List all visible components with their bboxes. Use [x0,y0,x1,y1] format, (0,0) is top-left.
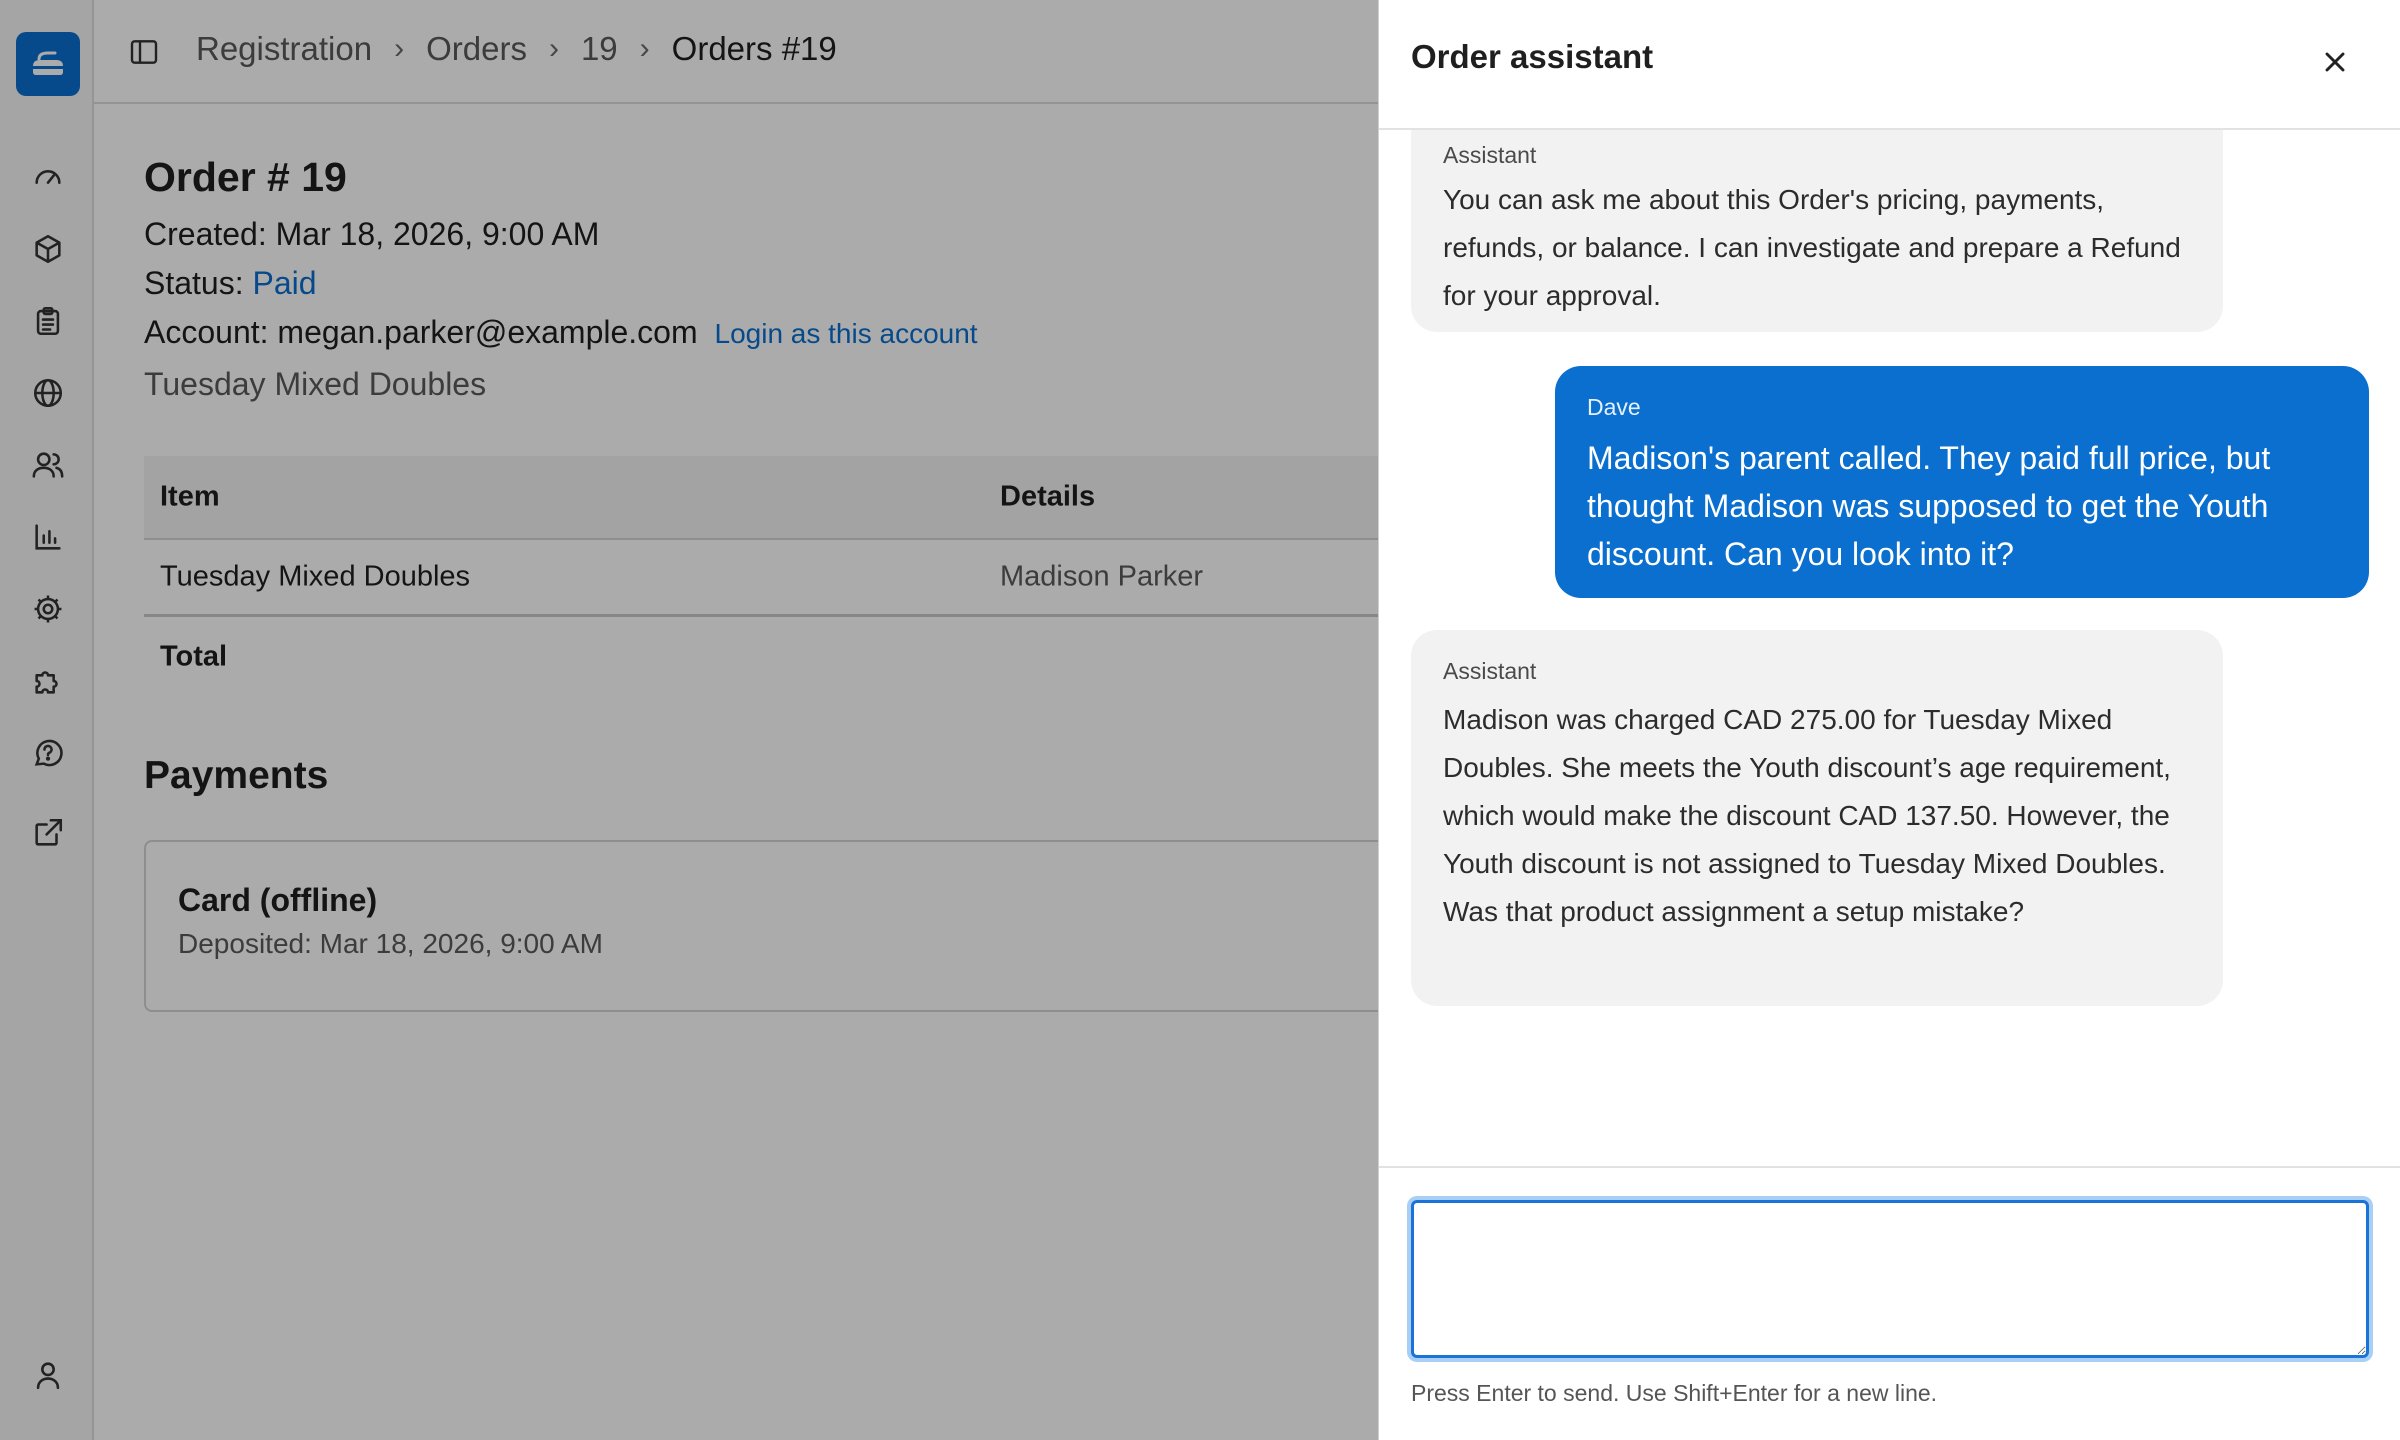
message-sender: Dave [1587,394,1641,420]
close-icon[interactable] [2319,46,2351,78]
user-message: Dave Madison's parent called. They paid … [1555,366,2369,598]
modal-backdrop[interactable] [0,0,1378,1440]
message-input[interactable] [1411,1200,2369,1358]
message-text: Madison was charged CAD 275.00 for Tuesd… [1443,704,2171,927]
drawer-title: Order assistant [1411,38,1654,75]
message-list: Assistant You can ask me about this Orde… [1379,130,2400,1166]
message-text: Madison's parent called. They paid full … [1587,440,2271,572]
message-text: You can ask me about this Order's pricin… [1443,184,2181,311]
message-sender: Assistant [1443,658,1537,684]
message-sender: Assistant [1443,142,1537,168]
composer: Press Enter to send. Use Shift+Enter for… [1379,1166,2400,1440]
order-assistant-drawer: Order assistant Assistant You can ask me… [1378,0,2400,1440]
assistant-message: Assistant Madison was charged CAD 275.00… [1411,630,2223,1006]
assistant-message: Assistant You can ask me about this Orde… [1411,130,2223,332]
drawer-header: Order assistant [1379,0,2400,130]
composer-hint: Press Enter to send. Use Shift+Enter for… [1411,1380,1938,1406]
